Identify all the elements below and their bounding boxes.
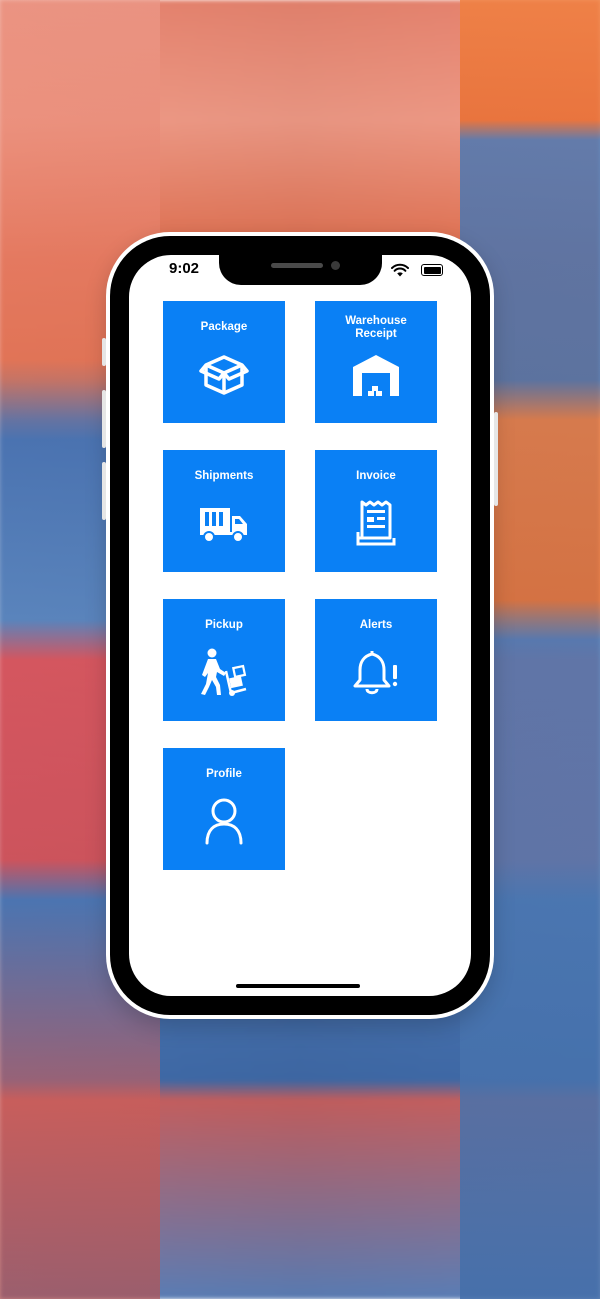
- hand-truck-icon: [198, 647, 250, 697]
- camera-icon: [331, 261, 340, 270]
- warehouse-icon: [350, 349, 402, 399]
- bell-alert-icon: [350, 647, 402, 697]
- wifi-icon: [391, 263, 409, 277]
- tile-label: Package: [200, 321, 248, 333]
- tile-label: Profile: [206, 768, 242, 780]
- user-icon: [198, 796, 250, 846]
- truck-icon: [198, 498, 250, 548]
- mute-switch: [102, 338, 106, 366]
- app-screen: 9:02 Package Warehouse Receipt Shipments…: [129, 255, 471, 996]
- home-indicator[interactable]: [236, 984, 360, 988]
- tile-profile[interactable]: Profile: [163, 748, 285, 870]
- battery-icon: [421, 264, 443, 276]
- tile-package[interactable]: Package: [163, 301, 285, 423]
- notch: [219, 255, 382, 285]
- tile-alerts[interactable]: Alerts: [315, 599, 437, 721]
- volume-down-button: [102, 462, 106, 520]
- tile-label: Pickup: [205, 619, 243, 631]
- tile-label: Warehouse Receipt: [345, 315, 407, 340]
- tile-label: Alerts: [359, 619, 393, 631]
- tile-label: Shipments: [194, 470, 254, 482]
- tile-label: Invoice: [356, 470, 396, 482]
- speaker-icon: [271, 263, 323, 268]
- tile-invoice[interactable]: Invoice: [315, 450, 437, 572]
- status-time: 9:02: [169, 260, 200, 277]
- power-button: [494, 412, 498, 506]
- volume-up-button: [102, 390, 106, 448]
- phone-frame: 9:02 Package Warehouse Receipt Shipments…: [102, 232, 498, 1019]
- tile-pickup[interactable]: Pickup: [163, 599, 285, 721]
- tile-warehouse-receipt[interactable]: Warehouse Receipt: [315, 301, 437, 423]
- receipt-icon: [350, 498, 402, 548]
- tile-shipments[interactable]: Shipments: [163, 450, 285, 572]
- package-box-icon: [198, 349, 250, 399]
